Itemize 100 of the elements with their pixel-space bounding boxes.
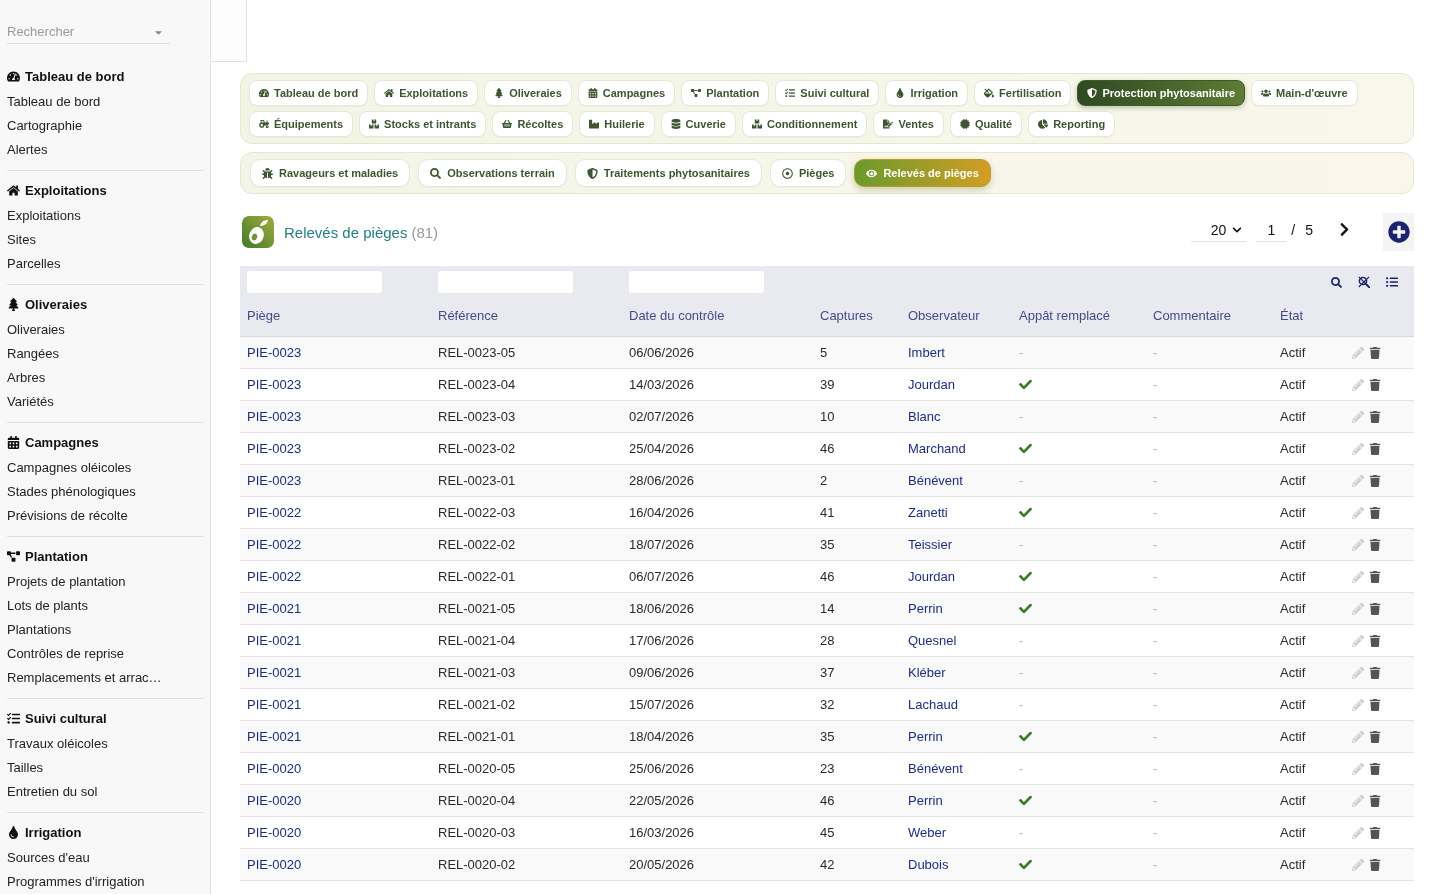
trap-link[interactable]: PIE-0020 bbox=[247, 761, 302, 776]
trash-icon[interactable] bbox=[1369, 378, 1381, 391]
trash-icon[interactable] bbox=[1369, 634, 1381, 647]
observer-link[interactable]: Bénévent bbox=[908, 761, 963, 776]
observer-link[interactable]: Perrin bbox=[908, 729, 943, 744]
observer-link[interactable]: Quesnel bbox=[908, 633, 957, 648]
trap-link[interactable]: PIE-0023 bbox=[247, 377, 302, 392]
trap-link[interactable]: PIE-0023 bbox=[247, 409, 302, 424]
trash-icon[interactable] bbox=[1369, 538, 1381, 551]
sidebar-link[interactable]: Contrôles de reprise bbox=[7, 642, 125, 666]
module-tab[interactable]: Ventes bbox=[873, 111, 944, 137]
trash-icon[interactable] bbox=[1369, 570, 1381, 583]
column-header[interactable]: Référence bbox=[431, 307, 498, 323]
module-tab[interactable]: Qualité bbox=[949, 111, 1023, 137]
trash-icon[interactable] bbox=[1369, 698, 1381, 711]
observer-link[interactable]: Bénévent bbox=[908, 473, 963, 488]
search-icon[interactable] bbox=[1331, 276, 1342, 288]
observer-link[interactable]: Dubois bbox=[908, 857, 949, 872]
trash-icon[interactable] bbox=[1369, 602, 1381, 615]
trash-icon[interactable] bbox=[1369, 506, 1381, 519]
column-header[interactable]: Date du contrôle bbox=[622, 307, 725, 323]
page-field[interactable]: 1 bbox=[1256, 218, 1287, 242]
module-tab[interactable]: Stocks et intrants bbox=[359, 111, 487, 137]
trap-link[interactable]: PIE-0023 bbox=[247, 441, 302, 456]
observer-link[interactable]: Weber bbox=[908, 825, 947, 840]
observer-link[interactable]: Jourdan bbox=[908, 377, 955, 392]
column-header[interactable]: Captures bbox=[813, 307, 873, 323]
trap-link[interactable]: PIE-0020 bbox=[247, 857, 302, 872]
module-tab[interactable]: Tableau de bord bbox=[249, 80, 369, 106]
page-size-select[interactable]: 20 bbox=[1191, 218, 1247, 242]
module-tab[interactable]: Protection phytosanitaire bbox=[1077, 80, 1246, 106]
module-tab[interactable]: Fertilisation bbox=[974, 80, 1072, 106]
trap-link[interactable]: PIE-0021 bbox=[247, 633, 302, 648]
sidebar-link[interactable]: Sources d'eau bbox=[7, 846, 90, 870]
module-tab[interactable]: Irrigation bbox=[885, 80, 969, 106]
trash-icon[interactable] bbox=[1369, 762, 1381, 775]
sidebar-link[interactable]: Plantations bbox=[7, 618, 72, 642]
trash-icon[interactable] bbox=[1369, 410, 1381, 423]
crossed-search-icon[interactable] bbox=[1358, 276, 1370, 288]
module-tab[interactable]: Suivi cultural bbox=[775, 80, 880, 106]
observer-link[interactable]: Jourdan bbox=[908, 569, 955, 584]
sidebar-link[interactable]: Prévisions de récolte bbox=[7, 504, 128, 528]
module-tab[interactable]: Récoltes bbox=[492, 111, 574, 137]
trash-icon[interactable] bbox=[1369, 666, 1381, 679]
trap-link[interactable]: PIE-0023 bbox=[247, 473, 302, 488]
observer-link[interactable]: Kléber bbox=[908, 665, 946, 680]
module-tab[interactable]: Équipements bbox=[249, 111, 354, 137]
sidebar-link[interactable]: Oliveraies bbox=[7, 318, 65, 342]
trash-icon[interactable] bbox=[1369, 442, 1381, 455]
sidebar-link[interactable]: Campagnes oléicoles bbox=[7, 456, 132, 480]
module-tab[interactable]: Plantation bbox=[681, 80, 770, 106]
column-header[interactable]: Commentaire bbox=[1146, 307, 1232, 323]
trap-link[interactable]: PIE-0023 bbox=[247, 345, 302, 360]
trash-icon[interactable] bbox=[1369, 474, 1381, 487]
trap-link[interactable]: PIE-0022 bbox=[247, 537, 302, 552]
sub-tab[interactable]: Observations terrain bbox=[418, 159, 567, 187]
trap-link[interactable]: PIE-0022 bbox=[247, 569, 302, 584]
module-tab[interactable]: Huilerie bbox=[579, 111, 655, 137]
sidebar-link[interactable]: Sites bbox=[7, 228, 36, 252]
trap-link[interactable]: PIE-0021 bbox=[247, 729, 302, 744]
sidebar-link[interactable]: Tableau de bord bbox=[7, 90, 101, 114]
trap-link[interactable]: PIE-0021 bbox=[247, 601, 302, 616]
observer-link[interactable]: Zanetti bbox=[908, 505, 948, 520]
sidebar-link[interactable]: Lots de plants bbox=[7, 594, 88, 618]
sidebar-link[interactable]: Alertes bbox=[7, 138, 48, 162]
sub-tab[interactable]: Pièges bbox=[769, 159, 847, 187]
observer-link[interactable]: Lachaud bbox=[908, 697, 958, 712]
column-header[interactable]: État bbox=[1273, 307, 1304, 323]
trap-link[interactable]: PIE-0021 bbox=[247, 665, 302, 680]
module-tab[interactable]: Conditionnement bbox=[741, 111, 868, 137]
trash-icon[interactable] bbox=[1369, 794, 1381, 807]
trash-icon[interactable] bbox=[1369, 826, 1381, 839]
observer-link[interactable]: Marchand bbox=[908, 441, 966, 456]
trap-link[interactable]: PIE-0020 bbox=[247, 793, 302, 808]
sidebar-link[interactable]: Entretien du sol bbox=[7, 780, 98, 804]
trap-link[interactable]: PIE-0022 bbox=[247, 505, 302, 520]
sidebar-link[interactable]: Cartographie bbox=[7, 114, 83, 138]
observer-link[interactable]: Imbert bbox=[908, 345, 945, 360]
search-field[interactable]: Rechercher bbox=[7, 20, 170, 44]
sidebar-link[interactable]: Variétés bbox=[7, 390, 54, 414]
sidebar-link[interactable]: Parcelles bbox=[7, 252, 61, 276]
add-button[interactable] bbox=[1383, 213, 1414, 251]
trash-icon[interactable] bbox=[1369, 858, 1381, 871]
sidebar-link[interactable]: Remplacements et arrac… bbox=[7, 666, 162, 690]
module-tab[interactable]: Main-d'œuvre bbox=[1251, 80, 1358, 106]
module-tab[interactable]: Campagnes bbox=[577, 80, 676, 106]
column-header[interactable]: Observateur bbox=[901, 307, 980, 323]
column-header[interactable]: Piège bbox=[240, 307, 281, 323]
trap-link[interactable]: PIE-0020 bbox=[247, 825, 302, 840]
column-header[interactable]: Appât remplacé bbox=[1012, 307, 1111, 323]
module-tab[interactable]: Cuverie bbox=[660, 111, 736, 137]
module-tab[interactable]: Exploitations bbox=[374, 80, 479, 106]
observer-link[interactable]: Teissier bbox=[908, 537, 953, 552]
module-tab[interactable]: Reporting bbox=[1028, 111, 1116, 137]
observer-link[interactable]: Perrin bbox=[908, 793, 943, 808]
sidebar-link[interactable]: Stades phénologiques bbox=[7, 480, 136, 504]
list-icon[interactable] bbox=[1386, 276, 1398, 288]
trash-icon[interactable] bbox=[1369, 346, 1381, 359]
sidebar-link[interactable]: Exploitations bbox=[7, 204, 81, 228]
sub-tab[interactable]: Traitements phytosanitaires bbox=[574, 159, 762, 187]
